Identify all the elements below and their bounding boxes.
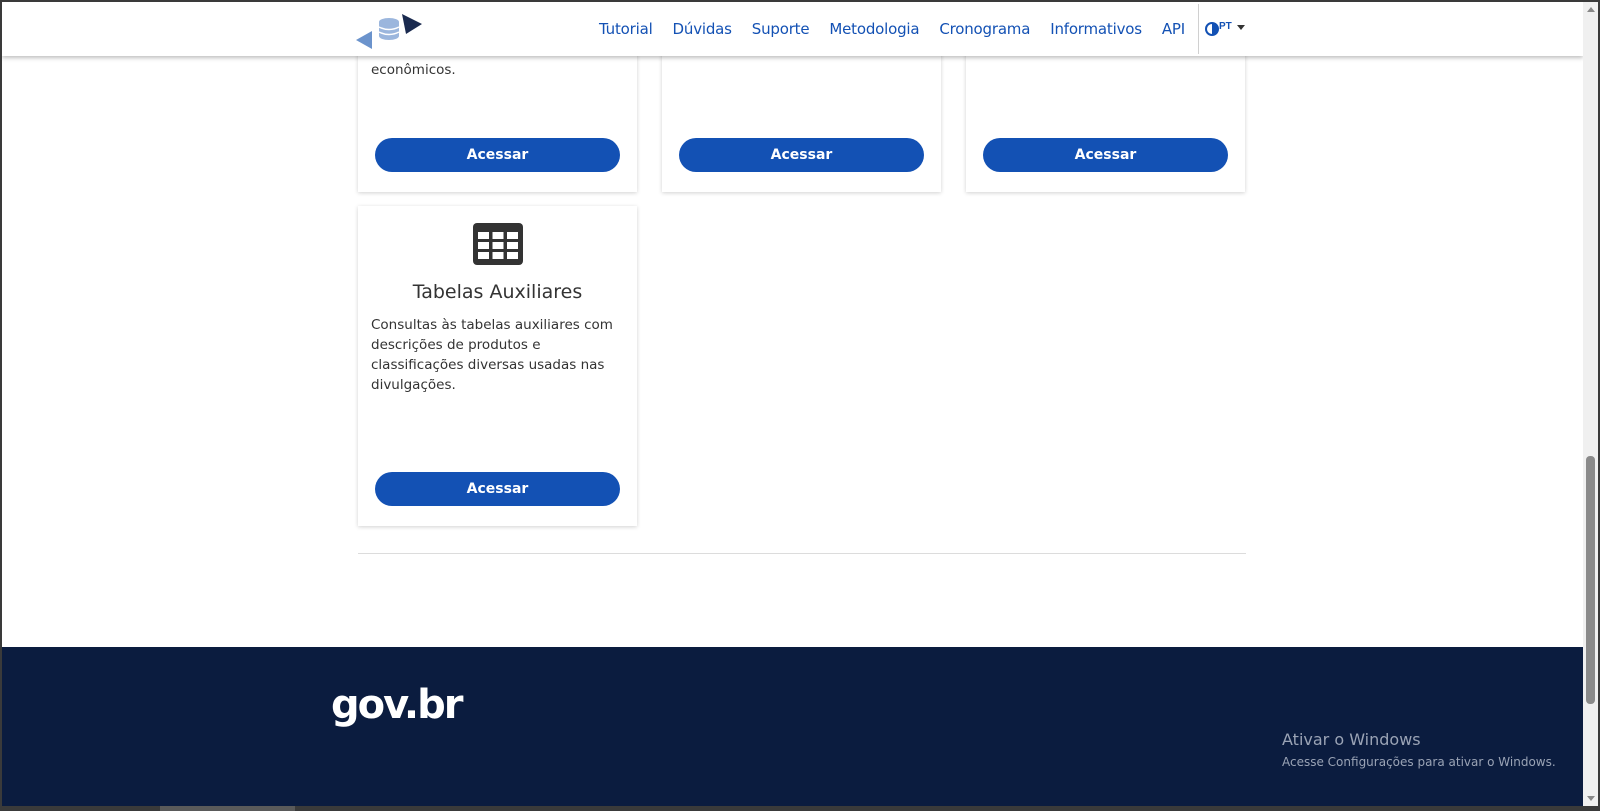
footer: gov.br Ativar o Windows Acesse Configura… (2, 647, 1583, 806)
nav-informativos[interactable]: Informativos (1050, 20, 1142, 38)
caret-down-icon (1236, 25, 1245, 30)
browser-viewport: Tutorial Dúvidas Suporte Metodologia Cro… (2, 2, 1583, 806)
scroll-up-icon[interactable] (1587, 7, 1595, 12)
section-divider (358, 553, 1246, 554)
nav-tutorial[interactable]: Tutorial (599, 20, 653, 38)
card-tabelas-auxiliares: Tabelas Auxiliares Consultas às tabelas … (358, 206, 637, 526)
nav-cronograma[interactable]: Cronograma (939, 20, 1030, 38)
govbr-logo[interactable]: gov.br (331, 682, 463, 728)
table-icon (473, 223, 523, 265)
card-1-text: econômicos. (371, 62, 456, 78)
scroll-down-icon[interactable] (1587, 796, 1595, 801)
card-3-access-button[interactable]: Acessar (983, 138, 1228, 172)
nav-api[interactable]: API (1162, 20, 1185, 38)
nav-metodologia[interactable]: Metodologia (829, 20, 919, 38)
scroll-thumb[interactable] (1586, 456, 1595, 704)
card-description: Consultas às tabelas auxiliares com desc… (371, 317, 613, 393)
tabelas-access-button[interactable]: Acessar (375, 472, 620, 506)
top-navbar: Tutorial Dúvidas Suporte Metodologia Cro… (2, 2, 1583, 56)
language-label: PT (1219, 21, 1232, 32)
vertical-scrollbar[interactable] (1583, 2, 1598, 806)
site-logo-icon[interactable] (354, 10, 424, 52)
windows-activation-subtitle: Acesse Configurações para ativar o Windo… (1282, 755, 1556, 769)
card-2: Acessar (662, 42, 941, 192)
language-selector[interactable]: PT (1219, 21, 1245, 32)
card-2-access-button[interactable]: Acessar (679, 138, 924, 172)
main-nav: Tutorial Dúvidas Suporte Metodologia Cro… (599, 2, 1219, 56)
card-3: Acessar (966, 42, 1245, 192)
nav-suporte[interactable]: Suporte (752, 20, 810, 38)
taskbar-edge (160, 806, 295, 811)
card-1-access-button[interactable]: Acessar (375, 138, 620, 172)
windows-activation-title: Ativar o Windows (1282, 730, 1421, 749)
card-title: Tabelas Auxiliares (412, 281, 583, 303)
card-1: econômicos. Acessar (358, 42, 637, 192)
nav-duvidas[interactable]: Dúvidas (673, 20, 732, 38)
nav-divider (1198, 4, 1199, 54)
contrast-icon[interactable] (1204, 22, 1219, 36)
